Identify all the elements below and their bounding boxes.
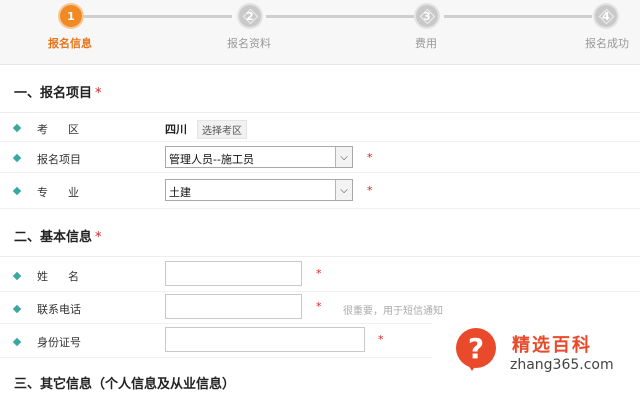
row-divider [0,208,640,209]
exam-area-label: 考区 [37,123,99,136]
required-mark: * [316,300,322,313]
row-divider [0,172,640,173]
section-title-text: 一、报名项目 [14,86,93,101]
bullet-icon [12,123,22,133]
name-input[interactable] [165,261,302,286]
step-1-label: 报名信息 [48,37,92,50]
step-connector [82,15,232,18]
project-label: 报名项目 [37,153,81,166]
select-exam-area-button[interactable]: 选择考区 [197,120,247,139]
step-3-indicator: 3 [416,5,438,27]
bullet-icon [12,186,22,196]
step-number: 3 [423,9,431,23]
step-2-indicator: 2 [239,5,261,27]
id-number-label: 身份证号 [37,336,81,349]
project-select-value: 管理人员--施工员 [169,153,254,166]
bullet-icon [12,304,22,314]
speech-tail [466,362,478,371]
phone-input[interactable] [165,294,302,319]
row-divider [0,141,640,142]
step-4-indicator: 4 [595,5,617,27]
required-mark: * [316,267,322,280]
watermark-brand: 精选百科 [512,335,592,356]
step-3-label: 费用 [415,37,437,50]
bullet-icon [12,337,22,347]
required-mark: * [95,86,102,101]
phone-label: 联系电话 [37,303,81,316]
divider [0,256,640,257]
divider [0,112,640,113]
row-divider [0,291,640,292]
section-title-project: 一、报名项目 * [14,82,102,101]
watermark: ? 精选百科 zhang365.com [432,322,640,384]
step-number: 4 [602,9,610,23]
required-mark: * [367,184,373,197]
bullet-icon [12,271,22,281]
section-title-basic: 二、基本信息 * [14,226,102,245]
step-2-label: 报名资料 [227,37,271,50]
section-title-other: 三、其它信息（个人信息及从业信息） [14,377,236,392]
section-title-text: 二、基本信息 [14,230,93,245]
major-select[interactable]: 土建 ⌵ [165,179,353,201]
required-mark: * [95,230,102,245]
phone-hint: 很重要，用于短信通知 [343,306,443,317]
exam-area-value: 四川 [165,123,187,136]
major-label: 专业 [37,186,99,199]
major-select-value: 土建 [169,186,191,199]
watermark-domain: zhang365.com [510,357,614,373]
step-1-indicator: 1 [60,5,82,27]
progress-stepper: 1 2 3 4 报名信息 报名资料 费用 报名成功 [0,0,640,65]
required-mark: * [378,333,384,346]
name-label: 姓名 [37,270,99,283]
step-number: 1 [67,9,75,23]
step-connector [444,15,592,18]
step-4-label: 报名成功 [585,37,629,50]
chevron-down-icon[interactable]: ⌵ [335,180,352,200]
id-number-input[interactable] [165,327,365,352]
bullet-icon [12,153,22,163]
project-select[interactable]: 管理人员--施工员 ⌵ [165,146,353,168]
step-connector [266,15,414,18]
chevron-down-icon[interactable]: ⌵ [335,147,352,167]
required-mark: * [367,151,373,164]
step-number: 2 [246,9,254,23]
